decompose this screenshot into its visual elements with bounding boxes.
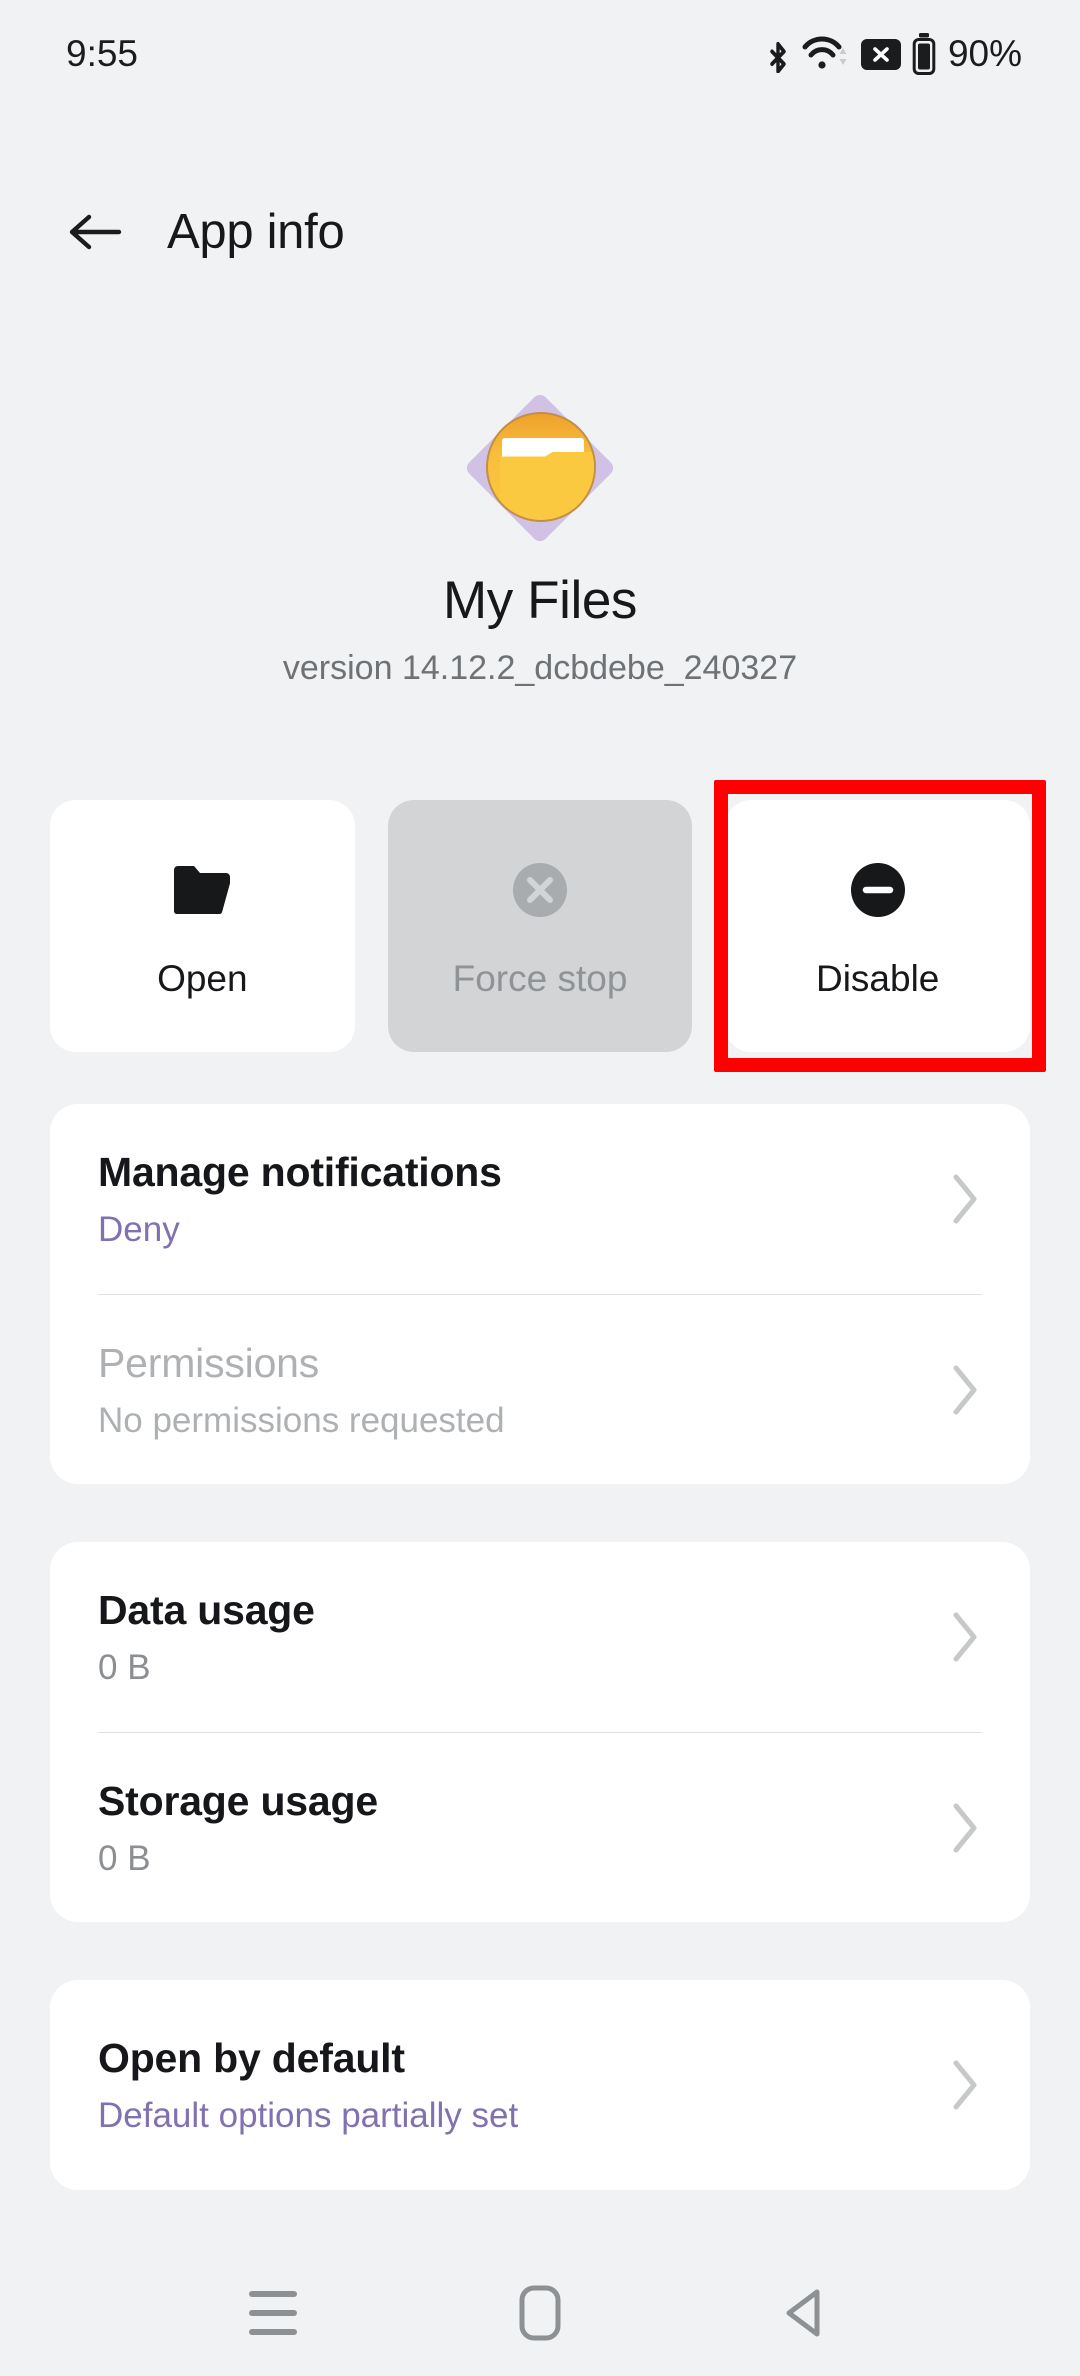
status-clock: 9:55 [66, 33, 139, 74]
battery-icon [912, 33, 936, 75]
page-title: App info [167, 205, 345, 259]
wifi-icon [802, 34, 850, 74]
app-name: My Files [442, 571, 638, 630]
icon-folder-front [500, 452, 594, 508]
app-header: My Files version 14.12.2_dcbdebe_240327 [0, 388, 1080, 688]
row-texts: Manage notifications Deny [98, 1149, 502, 1250]
recents-lines [249, 2291, 298, 2335]
disable-button-label: Disable [815, 958, 940, 999]
bluetooth-icon [765, 35, 791, 73]
row-title: Manage notifications [98, 1148, 502, 1195]
row-subtitle: No permissions requested [98, 1400, 505, 1440]
chevron-right-icon [948, 1362, 982, 1418]
row-title: Permissions [98, 1339, 320, 1386]
app-info-screen: 9:55 90% App info My Files version 14.12… [0, 0, 1080, 2376]
row-subtitle: Default options partially set [98, 2095, 519, 2135]
force-stop-button-label: Force stop [452, 958, 628, 999]
disable-button[interactable]: Disable [725, 800, 1031, 1052]
data-usage-row[interactable]: Data usage 0 B [50, 1542, 1030, 1732]
home-icon[interactable] [485, 2268, 595, 2358]
app-action-buttons: Open Force stop Disable [50, 800, 1031, 1052]
system-navigation-bar [0, 2250, 1080, 2376]
chevron-right-icon [948, 1609, 982, 1665]
battery-percent: 90% [947, 33, 1022, 74]
notifications-permissions-card: Manage notifications Deny Permissions No… [50, 1104, 1030, 1484]
row-texts: Storage usage 0 B [98, 1778, 378, 1879]
usage-card: Data usage 0 B Storage usage 0 B [50, 1542, 1030, 1922]
open-button[interactable]: Open [50, 800, 355, 1052]
row-title: Storage usage [98, 1777, 378, 1824]
open-by-default-card: Open by default Default options partiall… [50, 1980, 1030, 2190]
recents-line [249, 2291, 298, 2297]
back-arrow-icon[interactable] [58, 195, 132, 269]
icon-circle [486, 412, 596, 522]
folder-icon [171, 852, 233, 928]
x-circle-icon [509, 852, 571, 928]
row-texts: Data usage 0 B [98, 1587, 315, 1688]
my-files-app-icon [460, 388, 620, 548]
open-by-default-row[interactable]: Open by default Default options partiall… [50, 1980, 1030, 2190]
minus-circle-icon [847, 852, 909, 928]
no-sim-icon [860, 38, 901, 70]
recents-icon[interactable] [218, 2268, 328, 2358]
app-bar: App info [0, 172, 1080, 292]
chevron-right-icon [948, 1800, 982, 1856]
row-texts: Permissions No permissions requested [98, 1340, 505, 1441]
force-stop-button[interactable]: Force stop [387, 800, 693, 1052]
app-version: version 14.12.2_dcbdebe_240327 [282, 649, 798, 687]
manage-notifications-row[interactable]: Manage notifications Deny [50, 1104, 1030, 1294]
row-title: Open by default [98, 2034, 405, 2081]
recents-line [249, 2310, 298, 2316]
permissions-row[interactable]: Permissions No permissions requested [50, 1295, 1030, 1484]
chevron-right-icon [948, 1171, 982, 1227]
chevron-right-icon [948, 2057, 982, 2113]
row-subtitle: 0 B [98, 1838, 151, 1878]
recents-line [249, 2329, 298, 2335]
row-texts: Open by default Default options partiall… [98, 2035, 518, 2136]
status-bar: 9:55 90% [0, 0, 1080, 108]
storage-usage-row[interactable]: Storage usage 0 B [50, 1733, 1030, 1922]
row-subtitle: Deny [98, 1209, 180, 1249]
back-icon[interactable] [752, 2268, 862, 2358]
row-title: Data usage [98, 1586, 315, 1633]
status-icons: 90% [765, 33, 1022, 75]
row-subtitle: 0 B [98, 1647, 151, 1687]
open-button-label: Open [157, 958, 248, 999]
